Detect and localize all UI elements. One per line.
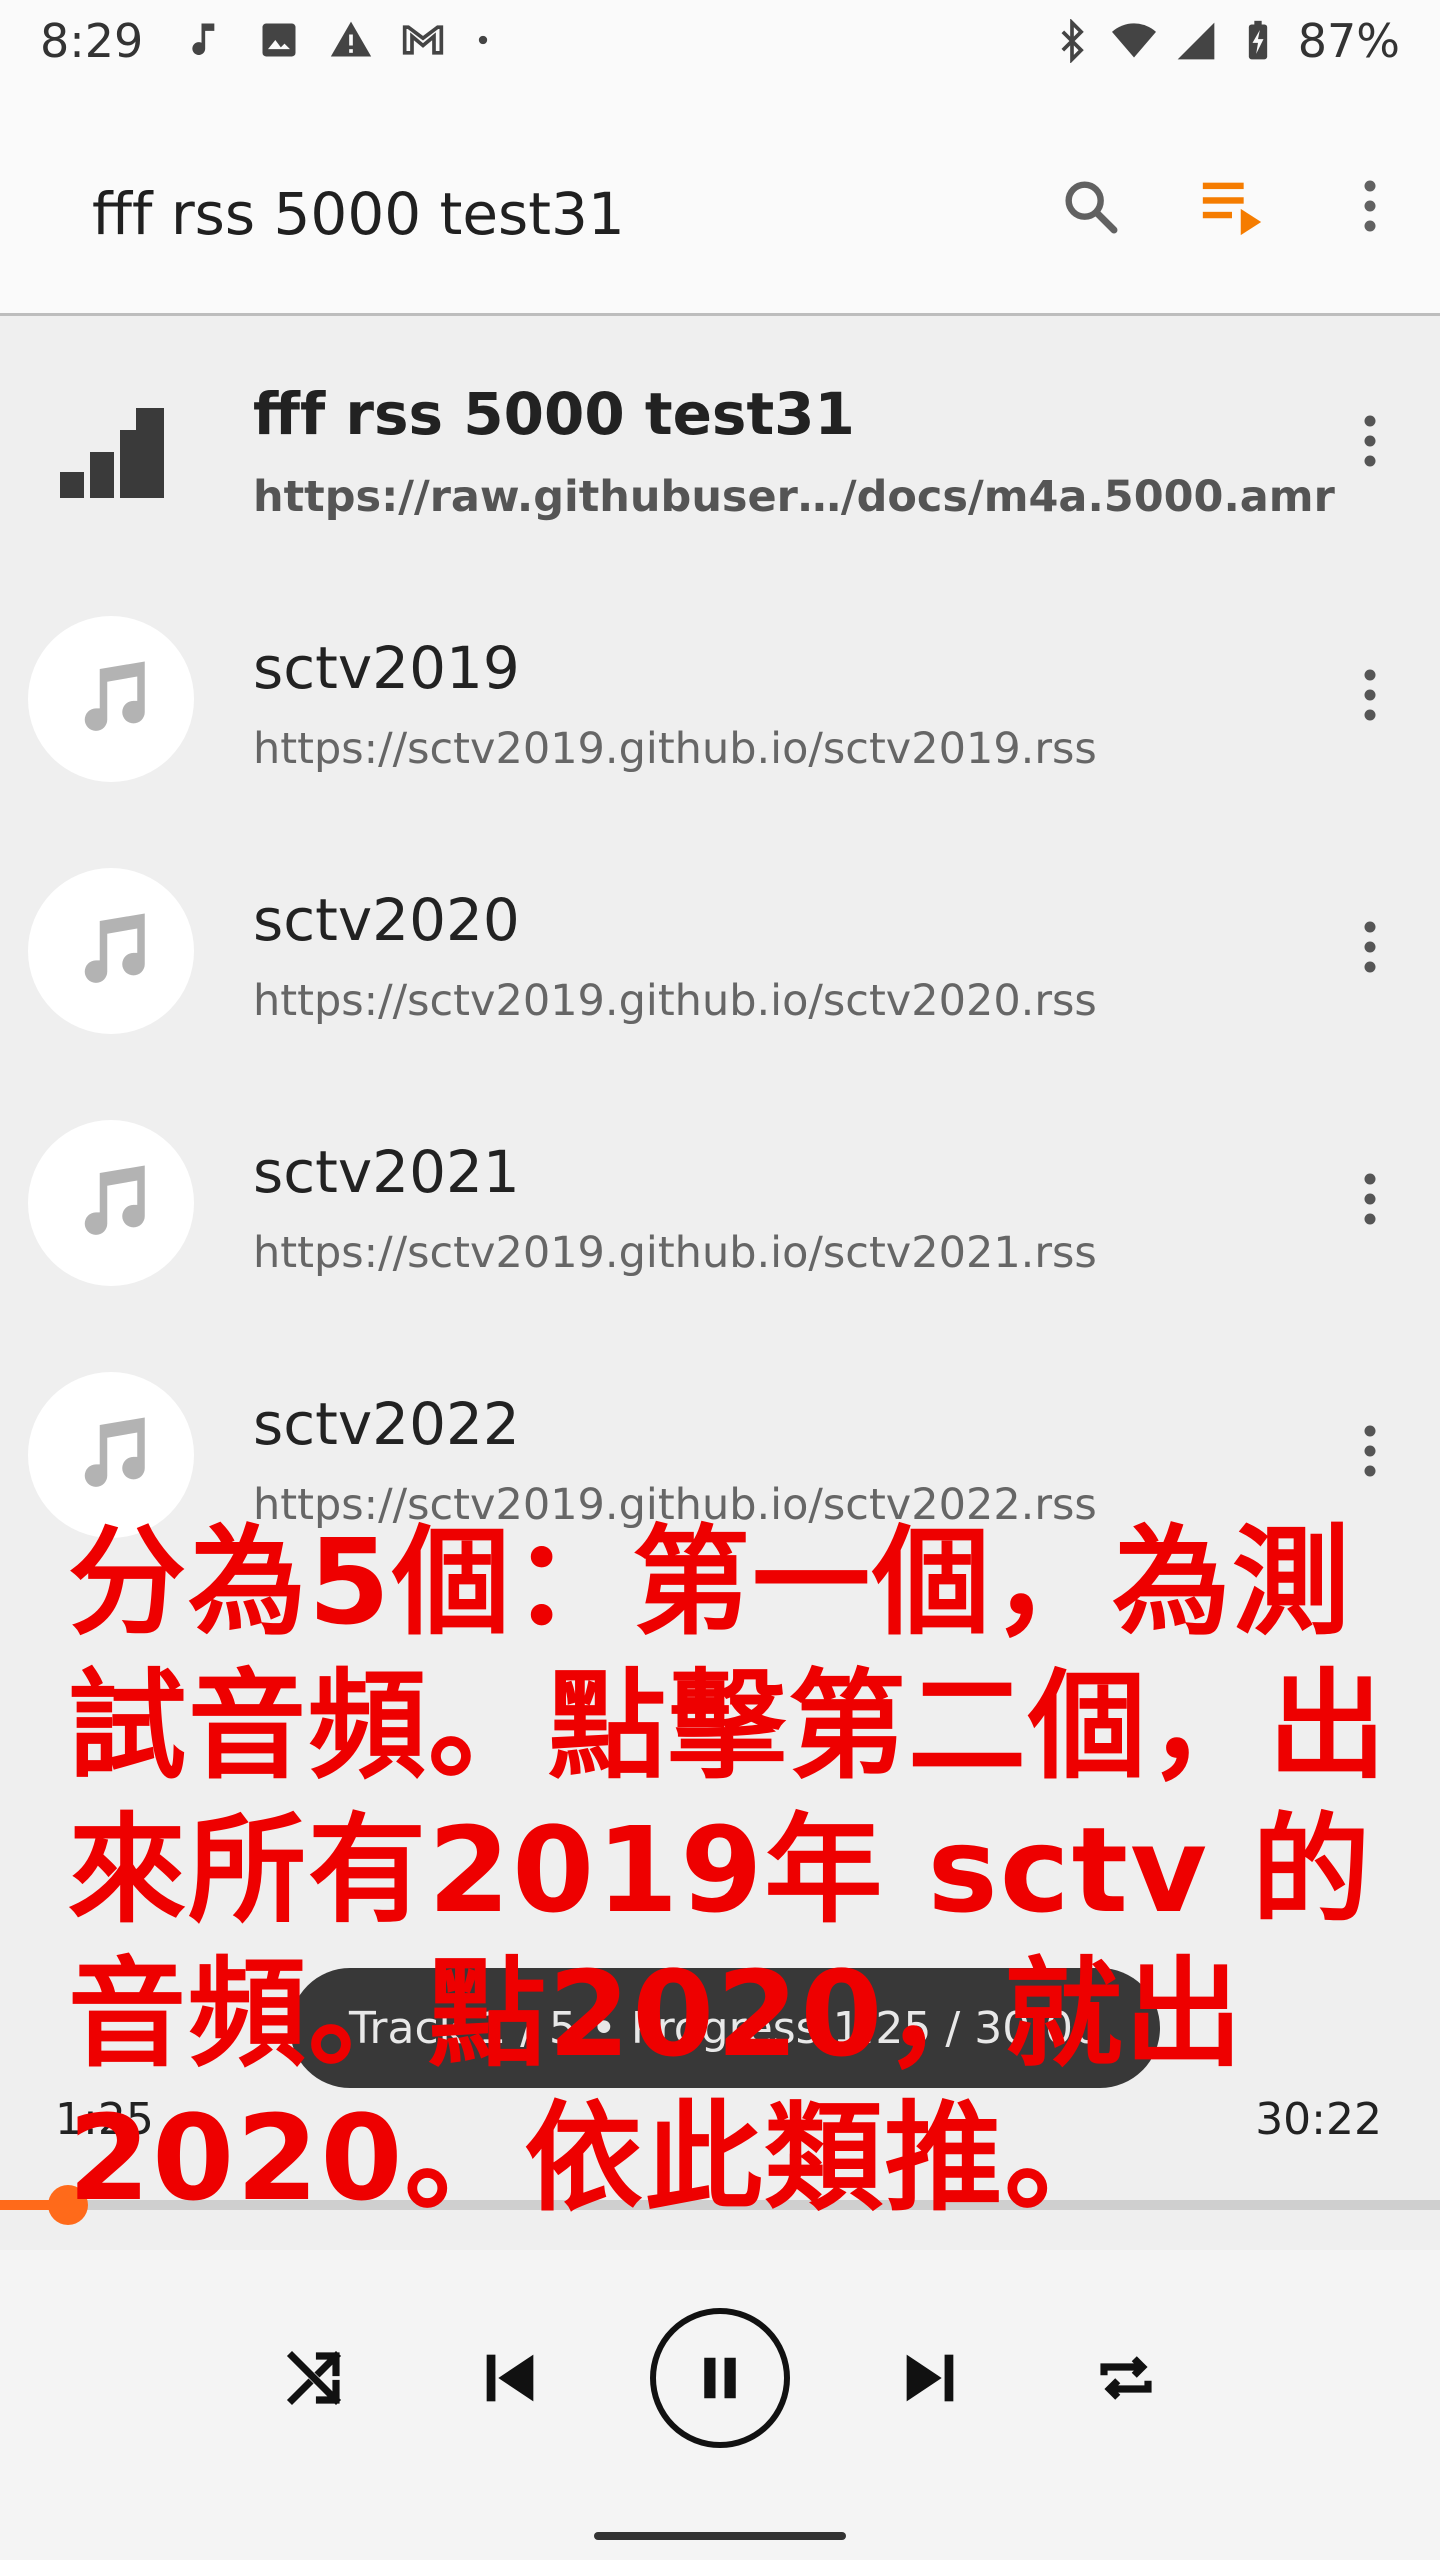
more-vert-icon [1364, 921, 1376, 973]
app-bar: fff rss 5000 test31 [0, 84, 1440, 316]
item-more-button[interactable] [1340, 902, 1400, 992]
next-button[interactable] [870, 2318, 990, 2438]
music-note-icon [28, 1120, 194, 1286]
item-url: https://raw.githubuser…/docs/m4a.5000.am… [253, 472, 1335, 522]
play-pause-button[interactable] [650, 2308, 790, 2448]
battery-percent: 87% [1297, 14, 1400, 68]
item-title: sctv2021 [253, 1138, 520, 1206]
more-vert-icon [1364, 669, 1376, 721]
more-vert-icon [1364, 415, 1376, 467]
pause-icon [704, 2357, 736, 2399]
status-time: 8:29 [40, 14, 144, 68]
list-item[interactable]: sctv2020 https://sctv2019.github.io/sctv… [0, 820, 1440, 1072]
item-more-button[interactable] [1340, 396, 1400, 486]
next-icon [906, 2354, 954, 2402]
list-item[interactable]: sctv2021 https://sctv2019.github.io/sctv… [0, 1072, 1440, 1324]
page-title: fff rss 5000 test31 [92, 180, 625, 248]
more-vert-icon [1364, 180, 1376, 232]
image-notification-icon [262, 23, 296, 57]
previous-icon [486, 2354, 534, 2402]
item-more-button[interactable] [1340, 1154, 1400, 1244]
more-vert-icon [1364, 1173, 1376, 1225]
navigation-bar [0, 2500, 1440, 2560]
list-item[interactable]: sctv2019 https://sctv2019.github.io/sctv… [0, 568, 1440, 820]
bluetooth-icon [1061, 19, 1084, 63]
search-icon [1065, 181, 1118, 234]
queue-icon [1202, 182, 1262, 236]
item-title: sctv2020 [253, 886, 520, 954]
item-url: https://sctv2019.github.io/sctv2019.rss [253, 724, 1097, 774]
annotation-text: 分為5個：第一個，為測試音頻。點擊第二個，出來所有2019年 sctv 的音頻。… [68, 1513, 1389, 2227]
signal-icon [1177, 22, 1215, 60]
wifi-icon [1111, 23, 1156, 58]
music-note-icon [28, 616, 194, 782]
player-controls [0, 2250, 1440, 2500]
repeat-icon [1100, 2356, 1152, 2400]
search-button[interactable] [1050, 166, 1130, 246]
music-note-icon [28, 868, 194, 1034]
notification-icons [185, 18, 493, 62]
shuffle-button[interactable] [254, 2318, 374, 2438]
list-item[interactable]: fff rss 5000 test31 https://raw.githubus… [0, 316, 1440, 568]
overflow-menu-button[interactable] [1330, 166, 1410, 246]
warning-icon [330, 21, 372, 57]
item-more-button[interactable] [1340, 1406, 1400, 1496]
battery-icon [1248, 20, 1267, 60]
more-vert-icon [1364, 1425, 1376, 1477]
item-url: https://sctv2019.github.io/sctv2020.rss [253, 976, 1097, 1026]
system-icons: 87% [1050, 14, 1400, 68]
queue-button[interactable] [1192, 166, 1272, 246]
music-notification-icon [192, 23, 215, 55]
item-url: https://sctv2019.github.io/sctv2021.rss [253, 1228, 1097, 1278]
status-bar: 8:29 87% [0, 0, 1440, 84]
dot-icon [478, 35, 488, 45]
repeat-button[interactable] [1066, 2318, 1186, 2438]
home-gesture-handle[interactable] [594, 2532, 846, 2540]
gmail-icon [402, 25, 444, 55]
previous-button[interactable] [450, 2318, 570, 2438]
item-title: sctv2019 [253, 634, 520, 702]
signal-bars-icon [60, 408, 164, 502]
shuffle-icon [286, 2350, 342, 2406]
item-title: fff rss 5000 test31 [253, 380, 855, 448]
item-title: sctv2022 [253, 1390, 520, 1458]
item-more-button[interactable] [1340, 650, 1400, 740]
